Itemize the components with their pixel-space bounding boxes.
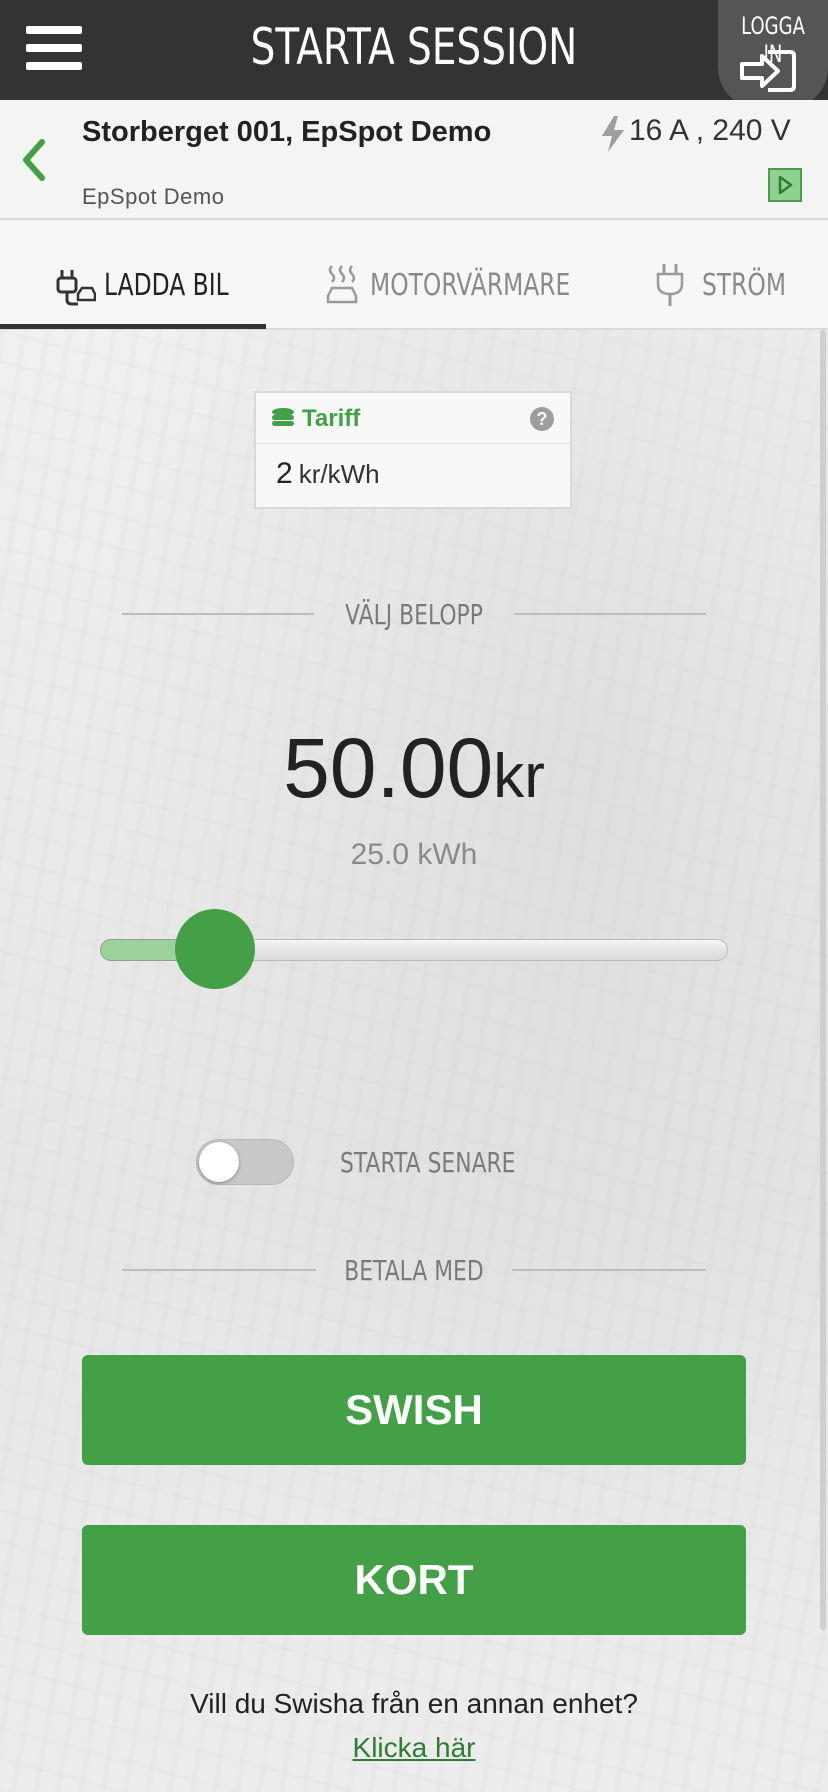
plug-icon — [656, 264, 684, 306]
toggle-knob — [199, 1142, 239, 1182]
tariff-card: Tariff ? 2 kr/kWh — [254, 391, 572, 509]
start-later-toggle[interactable] — [196, 1139, 294, 1185]
tariff-title: Tariff — [302, 405, 361, 432]
energy-estimate: 25.0 kWh — [350, 838, 478, 871]
tariff-unit: kr/kWh — [298, 459, 380, 489]
play-icon[interactable] — [768, 168, 802, 202]
card-button[interactable]: KORT — [82, 1525, 746, 1635]
active-tab-indicator — [0, 324, 266, 329]
tariff-amount: 2 — [276, 457, 293, 490]
car-charger-icon — [56, 270, 96, 306]
station-power: 16 A , 240 V — [629, 114, 791, 147]
help-icon[interactable]: ? — [530, 407, 554, 431]
tab-label: MOTORVÄRMARE — [370, 268, 571, 303]
other-device-question: Vill du Swisha från en annan enhet? — [190, 1688, 638, 1719]
start-later-label: STARTA SENARE — [340, 1146, 516, 1179]
scrollbar[interactable] — [820, 330, 826, 1630]
back-chevron-icon[interactable] — [18, 138, 48, 182]
tab-ladda-bil[interactable]: LADDA BIL — [0, 220, 266, 326]
amount-value: 50.00 — [283, 721, 494, 815]
tab-motorvarmare[interactable]: MOTORVÄRMARE — [300, 220, 570, 326]
menu-icon[interactable] — [26, 26, 82, 76]
amount-currency: kr — [493, 742, 545, 811]
tab-label: STRÖM — [702, 268, 787, 303]
section-label-amount: VÄLJ BELOPP — [345, 598, 483, 631]
heated-car-icon — [326, 265, 358, 304]
selected-amount: 50.00kr — [0, 720, 828, 817]
mode-tabs: LADDA BIL MOTORVÄRMARE STRÖM — [0, 220, 828, 330]
app-header: STARTA SESSION LOGGA IN — [0, 0, 828, 108]
slider-thumb[interactable] — [175, 909, 256, 989]
login-button[interactable]: LOGGA IN — [718, 0, 828, 108]
login-icon — [740, 50, 796, 92]
page-title: STARTA SESSION — [250, 18, 578, 76]
tariff-header: Tariff ? — [256, 393, 570, 444]
station-operator: EpSpot Demo — [82, 184, 225, 209]
coins-icon — [272, 408, 294, 426]
station-info: Storberget 001, EpSpot Demo EpSpot Demo … — [0, 100, 828, 220]
tariff-value: 2 kr/kWh — [276, 457, 380, 491]
click-here-link[interactable]: Klicka här — [0, 1732, 828, 1764]
section-label-payment: BETALA MED — [344, 1254, 484, 1287]
station-name: Storberget 001, EpSpot Demo — [82, 116, 492, 148]
bolt-icon — [602, 116, 624, 152]
tab-strom[interactable]: STRÖM — [640, 220, 828, 326]
tab-label: LADDA BIL — [104, 268, 229, 303]
swish-button[interactable]: SWISH — [82, 1355, 746, 1465]
